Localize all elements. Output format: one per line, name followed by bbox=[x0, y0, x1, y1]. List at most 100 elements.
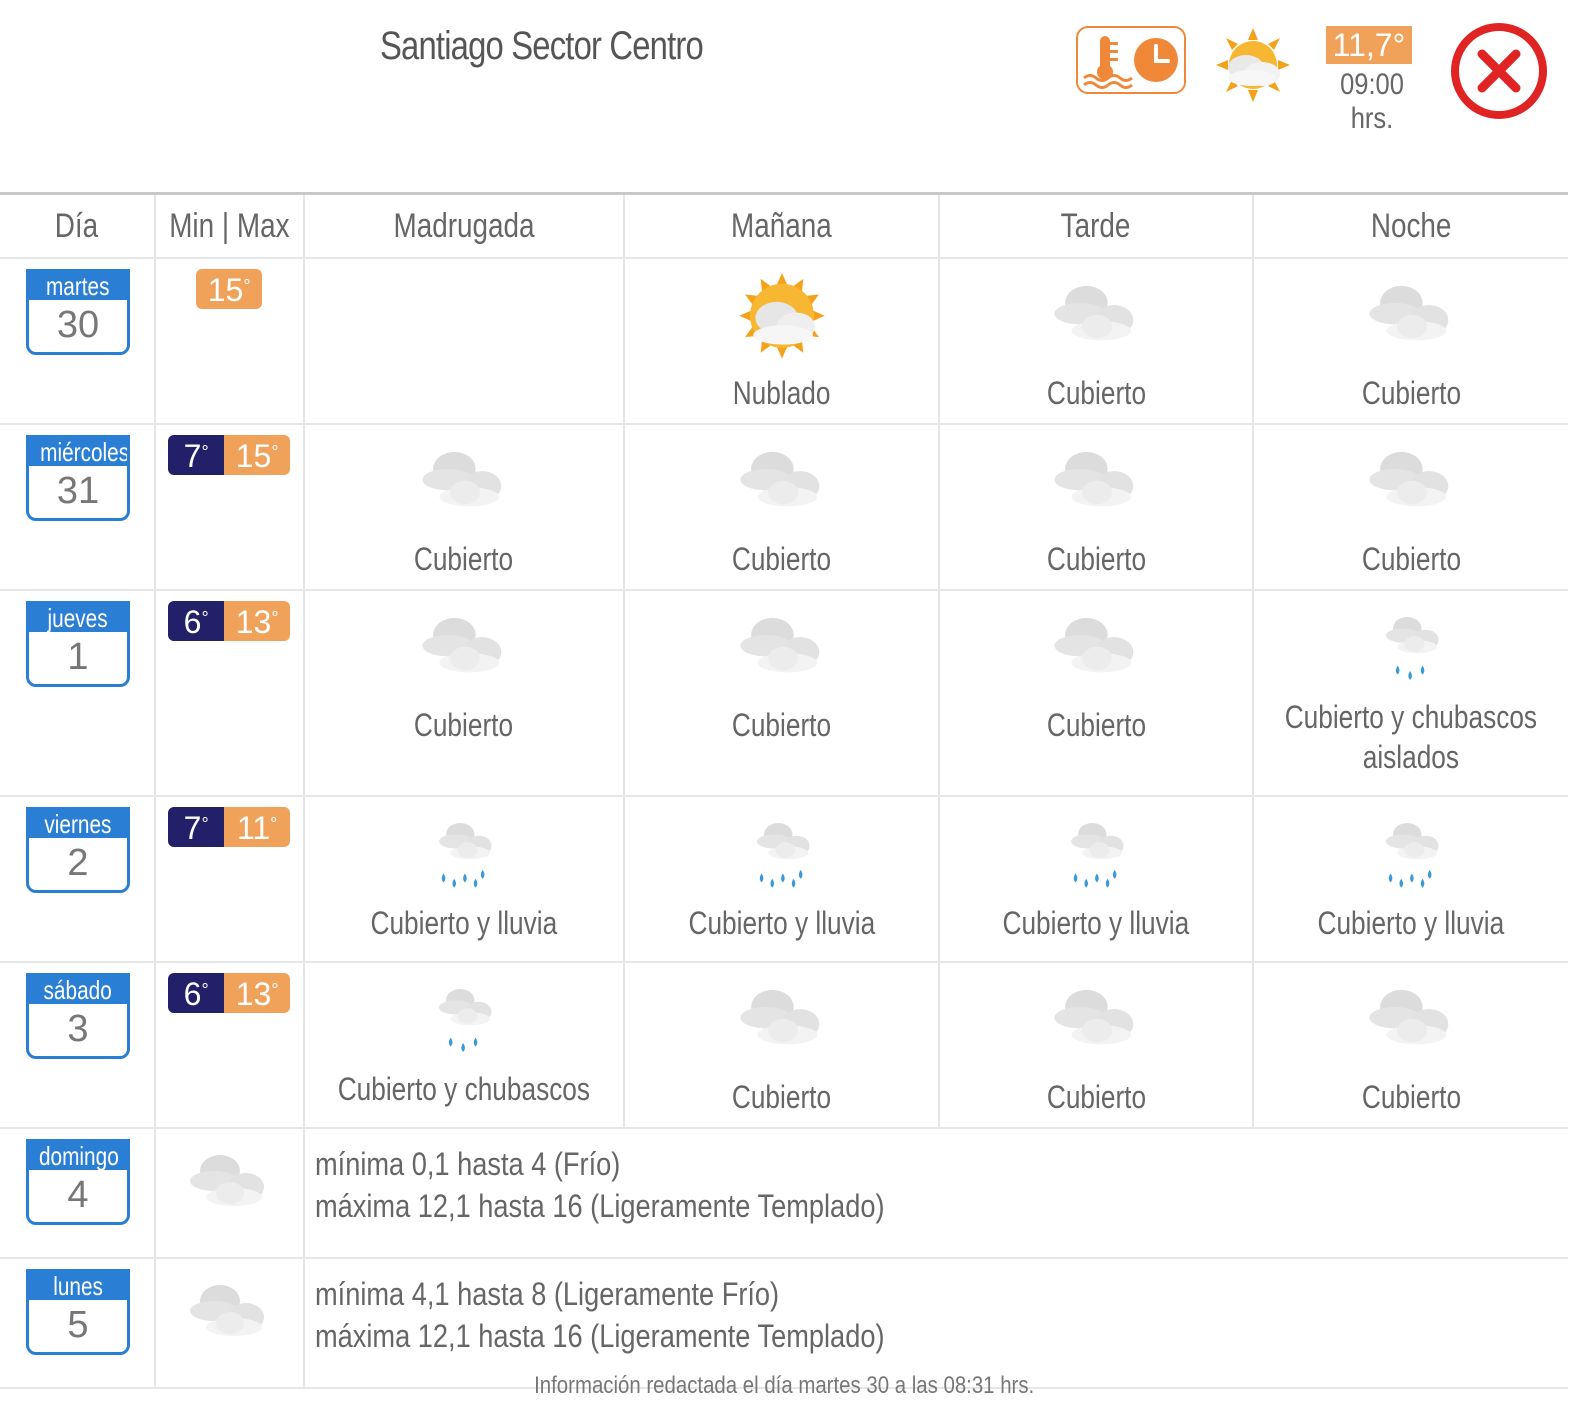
day-number: 2 bbox=[67, 842, 89, 884]
max-temp: 11° bbox=[224, 807, 291, 847]
day-name: sábado bbox=[29, 976, 127, 1004]
cloudy-icon bbox=[739, 451, 819, 507]
rain-icon bbox=[1070, 822, 1124, 888]
day-badge: miércoles 31 bbox=[26, 435, 130, 521]
day-cell: sábado 3 bbox=[0, 961, 156, 1129]
min-max-cell: 6° 13° bbox=[153, 589, 305, 797]
showers-icon bbox=[1386, 616, 1439, 680]
extended-forecast-row: lunes 5 mínima 4,1 hasta 8 (Ligeramente Fr… bbox=[0, 1257, 1568, 1389]
showers-icon bbox=[438, 988, 492, 1052]
cloudy-icon bbox=[739, 617, 819, 673]
cloudy-icon bbox=[422, 617, 502, 673]
column-header-manana: Mañana bbox=[623, 192, 940, 259]
cloudy-icon bbox=[1054, 617, 1134, 673]
close-button[interactable] bbox=[1448, 20, 1550, 122]
max-temp: 15° bbox=[224, 435, 291, 475]
extended-summary: mínima 4,1 hasta 8 (Ligeramente Frío) máx… bbox=[302, 1257, 1568, 1389]
max-temp: 13° bbox=[224, 601, 291, 641]
day-name: miércoles bbox=[29, 438, 127, 466]
cloudy-icon bbox=[1369, 285, 1449, 341]
cloudy-icon bbox=[1054, 285, 1134, 341]
period-cell: Cubierto bbox=[302, 423, 626, 591]
day-name: jueves bbox=[29, 604, 127, 632]
day-cell: domingo 4 bbox=[0, 1127, 156, 1259]
day-badge: viernes 2 bbox=[26, 807, 130, 893]
period-cell: Nublado bbox=[623, 257, 940, 425]
icon-cell bbox=[153, 1257, 305, 1389]
extended-summary: mínima 0,1 hasta 4 (Frío) máxima 12,1 has… bbox=[302, 1127, 1568, 1259]
period-cell: Cubierto bbox=[1252, 961, 1568, 1129]
period-cell: Cubierto bbox=[623, 423, 940, 591]
forecast-row: sábado 3 6° 13° Cubierto y chubascos Cubierto… bbox=[0, 961, 1568, 1129]
condition-label: Cubierto bbox=[731, 1079, 832, 1115]
min-range-text: mínima 4,1 hasta 8 (Ligeramente Frío) bbox=[314, 1276, 779, 1312]
min-max-cell: 6° 13° bbox=[153, 961, 305, 1129]
max-temp: 13° bbox=[224, 973, 291, 1013]
max-temp: 15° bbox=[196, 269, 263, 309]
condition-label: Cubierto y chubascos aislados bbox=[1284, 699, 1538, 775]
period-cell: Cubierto y lluvia bbox=[623, 795, 940, 963]
condition-label: Cubierto bbox=[414, 707, 514, 743]
max-range-text: máxima 12,1 hasta 16 (Ligeramente Templa… bbox=[314, 1318, 885, 1354]
condition-label: Cubierto bbox=[731, 541, 832, 577]
period-cell: Cubierto bbox=[937, 257, 1255, 425]
day-badge: domingo 4 bbox=[26, 1139, 130, 1225]
min-temp: 7° bbox=[168, 435, 225, 475]
period-cell: Cubierto bbox=[623, 961, 940, 1129]
day-name: lunes bbox=[29, 1272, 127, 1300]
day-number: 1 bbox=[67, 636, 89, 678]
current-temperature: 11,7° bbox=[1326, 26, 1412, 64]
min-max-cell: 7° 11° bbox=[153, 795, 305, 963]
history-temperature-button[interactable] bbox=[1076, 26, 1186, 94]
day-cell: viernes 2 bbox=[0, 795, 156, 963]
period-cell: Cubierto bbox=[623, 589, 940, 797]
cloudy-icon bbox=[1369, 451, 1449, 507]
day-cell: martes 30 bbox=[0, 257, 156, 425]
min-max-cell: 15° bbox=[153, 257, 305, 425]
column-header-madrugada: Madrugada bbox=[302, 192, 626, 259]
day-number: 3 bbox=[67, 1008, 89, 1050]
condition-label: Cubierto y chubascos bbox=[337, 1071, 591, 1107]
day-name: domingo bbox=[29, 1142, 127, 1170]
period-cell: Cubierto y lluvia bbox=[302, 795, 626, 963]
day-name: martes bbox=[29, 272, 127, 300]
condition-label: Cubierto bbox=[1046, 1079, 1146, 1115]
day-cell: miércoles 31 bbox=[0, 423, 156, 591]
max-range-text: máxima 12,1 hasta 16 (Ligeramente Templa… bbox=[314, 1188, 885, 1224]
condition-label: Cubierto bbox=[1361, 1079, 1461, 1115]
min-range-text: mínima 0,1 hasta 4 (Frío) bbox=[314, 1146, 620, 1182]
day-badge: martes 30 bbox=[26, 269, 130, 355]
condition-label: Nublado bbox=[732, 375, 831, 411]
min-temp: 7° bbox=[168, 807, 225, 847]
forecast-row: viernes 2 7° 11° Cubierto y lluvia Cubierto y… bbox=[0, 795, 1568, 963]
period-cell: Cubierto bbox=[1252, 257, 1568, 425]
sun-cloud-icon bbox=[738, 273, 825, 359]
current-weather-icon bbox=[1214, 26, 1292, 104]
forecast-table: Día Min | Max Madrugada Mañana Tarde Noc… bbox=[0, 192, 1568, 1389]
cloudy-icon bbox=[190, 1285, 265, 1336]
period-cell: Cubierto bbox=[937, 423, 1255, 591]
period-cell: Cubierto bbox=[1252, 423, 1568, 591]
column-header-min-max: Min | Max bbox=[153, 192, 305, 259]
condition-label: Cubierto y lluvia bbox=[688, 905, 875, 941]
thermometer-clock-icon bbox=[1083, 36, 1178, 89]
cloudy-icon bbox=[422, 451, 502, 507]
condition-label: Cubierto bbox=[414, 541, 514, 577]
period-cell: Cubierto bbox=[937, 961, 1255, 1129]
column-header-day: Día bbox=[0, 192, 156, 259]
day-cell: jueves 1 bbox=[0, 589, 156, 797]
period-cell bbox=[302, 257, 626, 425]
current-time: 09:00 hrs. bbox=[1340, 68, 1404, 135]
column-header-noche: Noche bbox=[1252, 192, 1568, 259]
day-number: 4 bbox=[67, 1174, 89, 1216]
day-badge: jueves 1 bbox=[26, 601, 130, 687]
condition-label: Cubierto bbox=[1046, 707, 1146, 743]
forecast-row: miércoles 31 7° 15° Cubierto Cubierto Cubierto… bbox=[0, 423, 1568, 591]
icon-cell bbox=[153, 1127, 305, 1259]
period-cell: Cubierto y chubascos bbox=[302, 961, 626, 1129]
extended-forecast-row: domingo 4 mínima 0,1 hasta 4 (Frío) máxima … bbox=[0, 1127, 1568, 1259]
period-cell: Cubierto y lluvia bbox=[937, 795, 1255, 963]
condition-label: Cubierto y lluvia bbox=[1002, 905, 1190, 941]
cloudy-icon bbox=[1054, 451, 1134, 507]
condition-label: Cubierto y lluvia bbox=[1317, 905, 1505, 941]
